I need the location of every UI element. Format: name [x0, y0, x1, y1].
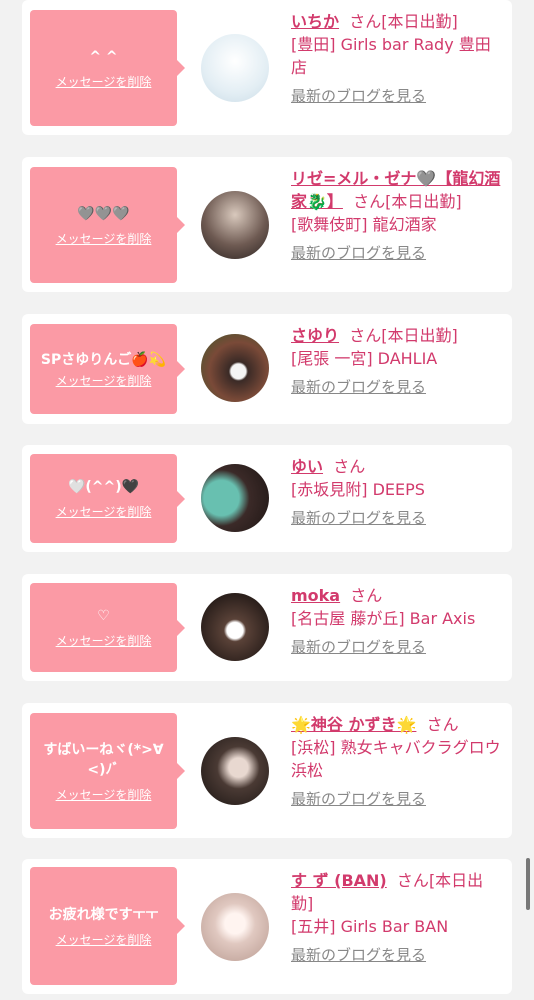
- message-card: 🩶🩶🩶 メッセージを削除 リゼ=メル・ゼナ🩶【龍幻酒家🐉】 さん[本日出勤] […: [22, 157, 512, 292]
- message-text: お疲れ様ですㅜㅜ: [48, 906, 159, 923]
- latest-blog-link[interactable]: 最新のブログを見る: [291, 85, 503, 108]
- status-badge: [本日出勤]: [381, 326, 458, 345]
- delete-message-link[interactable]: メッセージを削除: [56, 372, 152, 389]
- shop-name: [尾張 一宮] DAHLIA: [291, 349, 438, 368]
- cast-name-link[interactable]: す ず (BAN): [291, 871, 387, 890]
- message-card: ^ ^ メッセージを削除 いちか さん[本日出勤] [豊田] Girls bar…: [22, 0, 512, 135]
- latest-blog-link[interactable]: 最新のブログを見る: [291, 376, 503, 399]
- status-badge: [本日出勤]: [381, 12, 458, 31]
- delete-message-link[interactable]: メッセージを削除: [56, 931, 152, 948]
- scrollbar[interactable]: [526, 858, 530, 910]
- status-badge: [本日出勤]: [385, 192, 462, 211]
- message-text: SPさゆりんご🍎💫: [40, 351, 167, 368]
- avatar[interactable]: [201, 191, 269, 259]
- shop-name: [浜松] 熟女キャバクラグロウ 浜松: [291, 738, 501, 780]
- shop-name: [赤坂見附] DEEPS: [291, 480, 425, 499]
- delete-message-link[interactable]: メッセージを削除: [56, 73, 152, 90]
- latest-blog-link[interactable]: 最新のブログを見る: [291, 242, 503, 265]
- message-bubble: ^ ^ メッセージを削除: [30, 10, 185, 126]
- cast-name-link[interactable]: 🌟神谷 かずき🌟: [291, 715, 416, 734]
- cast-info: 🌟神谷 かずき🌟 さん [浜松] 熟女キャバクラグロウ 浜松 最新のブログを見る: [291, 713, 503, 811]
- cast-name-link[interactable]: ゆい: [291, 457, 323, 476]
- latest-blog-link[interactable]: 最新のブログを見る: [291, 944, 503, 967]
- cast-name-link[interactable]: いちか: [291, 12, 339, 31]
- message-bubble: 🤍(^^)🖤 メッセージを削除: [30, 454, 185, 543]
- message-text: 🤍(^^)🖤: [67, 479, 140, 495]
- honorific: さん: [426, 715, 459, 734]
- message-text: 🩶🩶🩶: [77, 205, 130, 222]
- delete-message-link[interactable]: メッセージを削除: [56, 786, 152, 803]
- message-bubble: SPさゆりんご🍎💫 メッセージを削除: [30, 324, 185, 414]
- cast-name-link[interactable]: moka: [291, 586, 340, 605]
- avatar[interactable]: [201, 334, 269, 402]
- message-card: すばいーねヾ(*>∀<)ﾉﾞ メッセージを削除 🌟神谷 かずき🌟 さん [浜松]…: [22, 703, 512, 838]
- message-bubble: ♡ メッセージを削除: [30, 583, 185, 672]
- avatar[interactable]: [201, 34, 269, 102]
- honorific: さん: [396, 871, 429, 890]
- latest-blog-link[interactable]: 最新のブログを見る: [291, 788, 503, 811]
- shop-name: [名古屋 藤が丘] Bar Axis: [291, 609, 476, 628]
- shop-name: [五井] Girls Bar BAN: [291, 917, 449, 936]
- honorific: さん: [353, 192, 386, 211]
- message-text: ♡: [97, 608, 110, 624]
- message-bubble: 🩶🩶🩶 メッセージを削除: [30, 167, 185, 283]
- delete-message-link[interactable]: メッセージを削除: [56, 503, 152, 520]
- message-bubble: すばいーねヾ(*>∀<)ﾉﾞ メッセージを削除: [30, 713, 185, 829]
- avatar[interactable]: [201, 893, 269, 961]
- cast-name-link[interactable]: さゆり: [291, 326, 339, 345]
- honorific: さん: [349, 12, 382, 31]
- shop-name: [歌舞伎町] 龍幻酒家: [291, 215, 437, 234]
- message-card: ♡ メッセージを削除 moka さん [名古屋 藤が丘] Bar Axis 最新…: [22, 574, 512, 681]
- message-card: SPさゆりんご🍎💫 メッセージを削除 さゆり さん[本日出勤] [尾張 一宮] …: [22, 314, 512, 424]
- honorific: さん: [350, 586, 383, 605]
- avatar[interactable]: [201, 593, 269, 661]
- cast-info: す ず (BAN) さん[本日出勤] [五井] Girls Bar BAN 最新…: [291, 869, 503, 967]
- latest-blog-link[interactable]: 最新のブログを見る: [291, 507, 503, 530]
- cast-info: リゼ=メル・ゼナ🩶【龍幻酒家🐉】 さん[本日出勤] [歌舞伎町] 龍幻酒家 最新…: [291, 167, 503, 265]
- honorific: さん: [349, 326, 382, 345]
- delete-message-link[interactable]: メッセージを削除: [56, 230, 152, 247]
- delete-message-link[interactable]: メッセージを削除: [56, 632, 152, 649]
- message-card: お疲れ様ですㅜㅜ メッセージを削除 す ず (BAN) さん[本日出勤] [五井…: [22, 859, 512, 994]
- cast-info: いちか さん[本日出勤] [豊田] Girls bar Rady 豊田店 最新の…: [291, 10, 503, 108]
- message-bubble: お疲れ様ですㅜㅜ メッセージを削除: [30, 867, 185, 985]
- avatar[interactable]: [201, 737, 269, 805]
- message-text: すばいーねヾ(*>∀<)ﾉﾞ: [43, 741, 164, 778]
- cast-info: ゆい さん [赤坂見附] DEEPS 最新のブログを見る: [291, 455, 503, 530]
- honorific: さん: [333, 457, 366, 476]
- shop-name: [豊田] Girls bar Rady 豊田店: [291, 35, 491, 77]
- avatar[interactable]: [201, 464, 269, 532]
- message-text: ^ ^: [89, 48, 118, 65]
- cast-info: さゆり さん[本日出勤] [尾張 一宮] DAHLIA 最新のブログを見る: [291, 324, 503, 399]
- cast-info: moka さん [名古屋 藤が丘] Bar Axis 最新のブログを見る: [291, 584, 503, 659]
- latest-blog-link[interactable]: 最新のブログを見る: [291, 636, 503, 659]
- message-card: 🤍(^^)🖤 メッセージを削除 ゆい さん [赤坂見附] DEEPS 最新のブロ…: [22, 445, 512, 552]
